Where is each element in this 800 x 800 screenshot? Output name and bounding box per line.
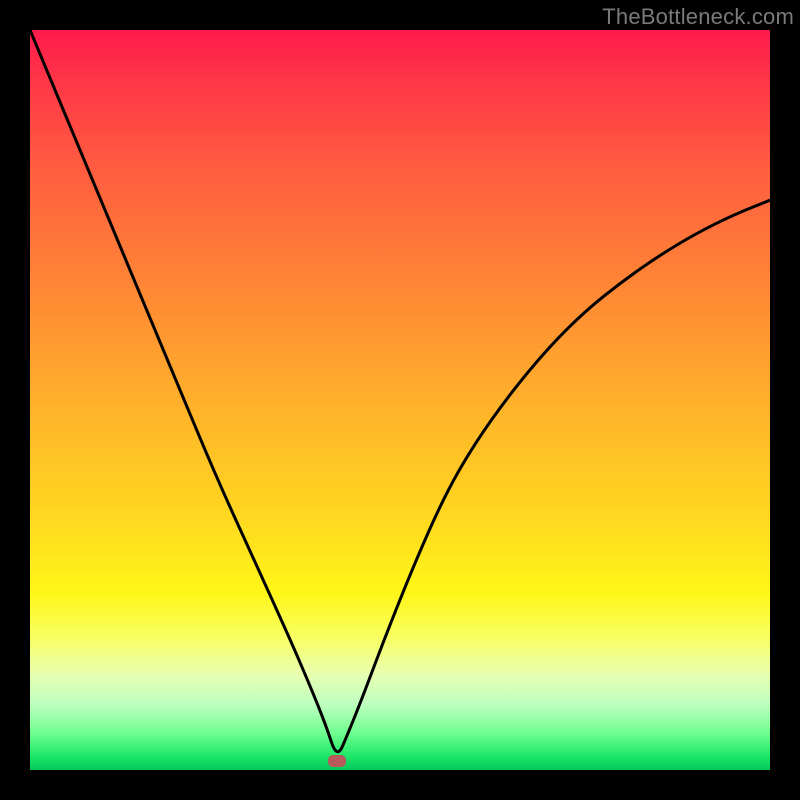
curve-path bbox=[30, 30, 770, 752]
watermark-text: TheBottleneck.com bbox=[602, 4, 794, 30]
bottleneck-curve bbox=[30, 30, 770, 770]
optimal-marker bbox=[328, 755, 346, 767]
plot-area bbox=[30, 30, 770, 770]
outer-frame: TheBottleneck.com bbox=[0, 0, 800, 800]
